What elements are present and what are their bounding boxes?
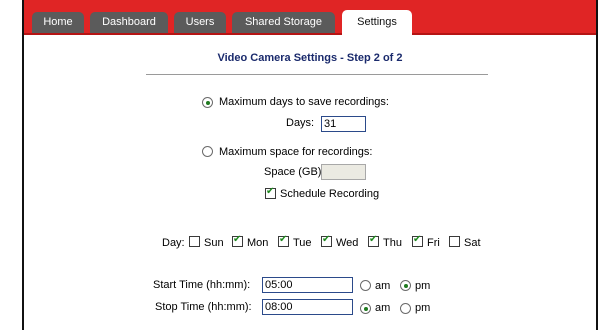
stop-pm-radio[interactable] [400, 303, 411, 314]
day-wed-label: Wed [336, 237, 359, 249]
day-thu-label: Thu [383, 237, 402, 249]
day-sat-label: Sat [464, 237, 481, 249]
stop-pm-label: pm [415, 302, 431, 314]
day-tue-checkbox[interactable] [278, 234, 289, 247]
max-days-radio[interactable] [202, 97, 213, 108]
day-tue-label: Tue [293, 237, 312, 249]
stop-time-label: Stop Time (hh:mm): [155, 301, 252, 313]
tab-settings[interactable]: Settings [342, 10, 412, 35]
max-space-radio[interactable] [202, 146, 213, 157]
title-divider [146, 74, 488, 75]
space-input[interactable] [321, 164, 366, 180]
day-mon-label: Mon [247, 237, 269, 249]
tab-users[interactable]: Users [174, 12, 226, 33]
start-am-label: am [375, 280, 391, 292]
tab-home[interactable]: Home [32, 12, 84, 33]
tab-dashboard[interactable]: Dashboard [90, 12, 168, 33]
max-days-label: Maximum days to save recordings: [219, 96, 389, 108]
start-am-radio[interactable] [360, 280, 371, 291]
schedule-recording-label: Schedule Recording [280, 188, 380, 200]
day-fri-checkbox[interactable] [412, 234, 423, 247]
day-mon-checkbox[interactable] [232, 234, 243, 247]
schedule-recording-checkbox[interactable] [265, 186, 276, 199]
day-sun-label: Sun [204, 237, 224, 249]
start-pm-label: pm [415, 280, 431, 292]
day-thu-checkbox[interactable] [368, 234, 379, 247]
settings-panel: Home Dashboard Users Shared Storage Sett… [22, 0, 598, 330]
page-title: Video Camera Settings - Step 2 of 2 [217, 52, 403, 64]
days-label: Days: [286, 117, 315, 129]
stop-am-label: am [375, 302, 391, 314]
day-sun-checkbox[interactable] [189, 236, 200, 247]
stop-time-input[interactable]: 08:00 [262, 299, 353, 315]
day-fri-label: Fri [427, 237, 440, 249]
tab-shared-storage[interactable]: Shared Storage [232, 12, 335, 33]
start-pm-radio[interactable] [400, 280, 411, 291]
day-label: Day: [162, 237, 185, 249]
start-time-label: Start Time (hh:mm): [153, 279, 251, 291]
start-time-input[interactable]: 05:00 [262, 277, 353, 293]
tab-bar: Home Dashboard Users Shared Storage Sett… [24, 0, 596, 35]
space-label: Space (GB): [264, 166, 325, 178]
day-sat-checkbox[interactable] [449, 236, 460, 247]
days-input[interactable]: 31 [321, 116, 366, 132]
day-wed-checkbox[interactable] [321, 234, 332, 247]
max-space-label: Maximum space for recordings: [219, 146, 373, 158]
stop-am-radio[interactable] [360, 303, 371, 314]
